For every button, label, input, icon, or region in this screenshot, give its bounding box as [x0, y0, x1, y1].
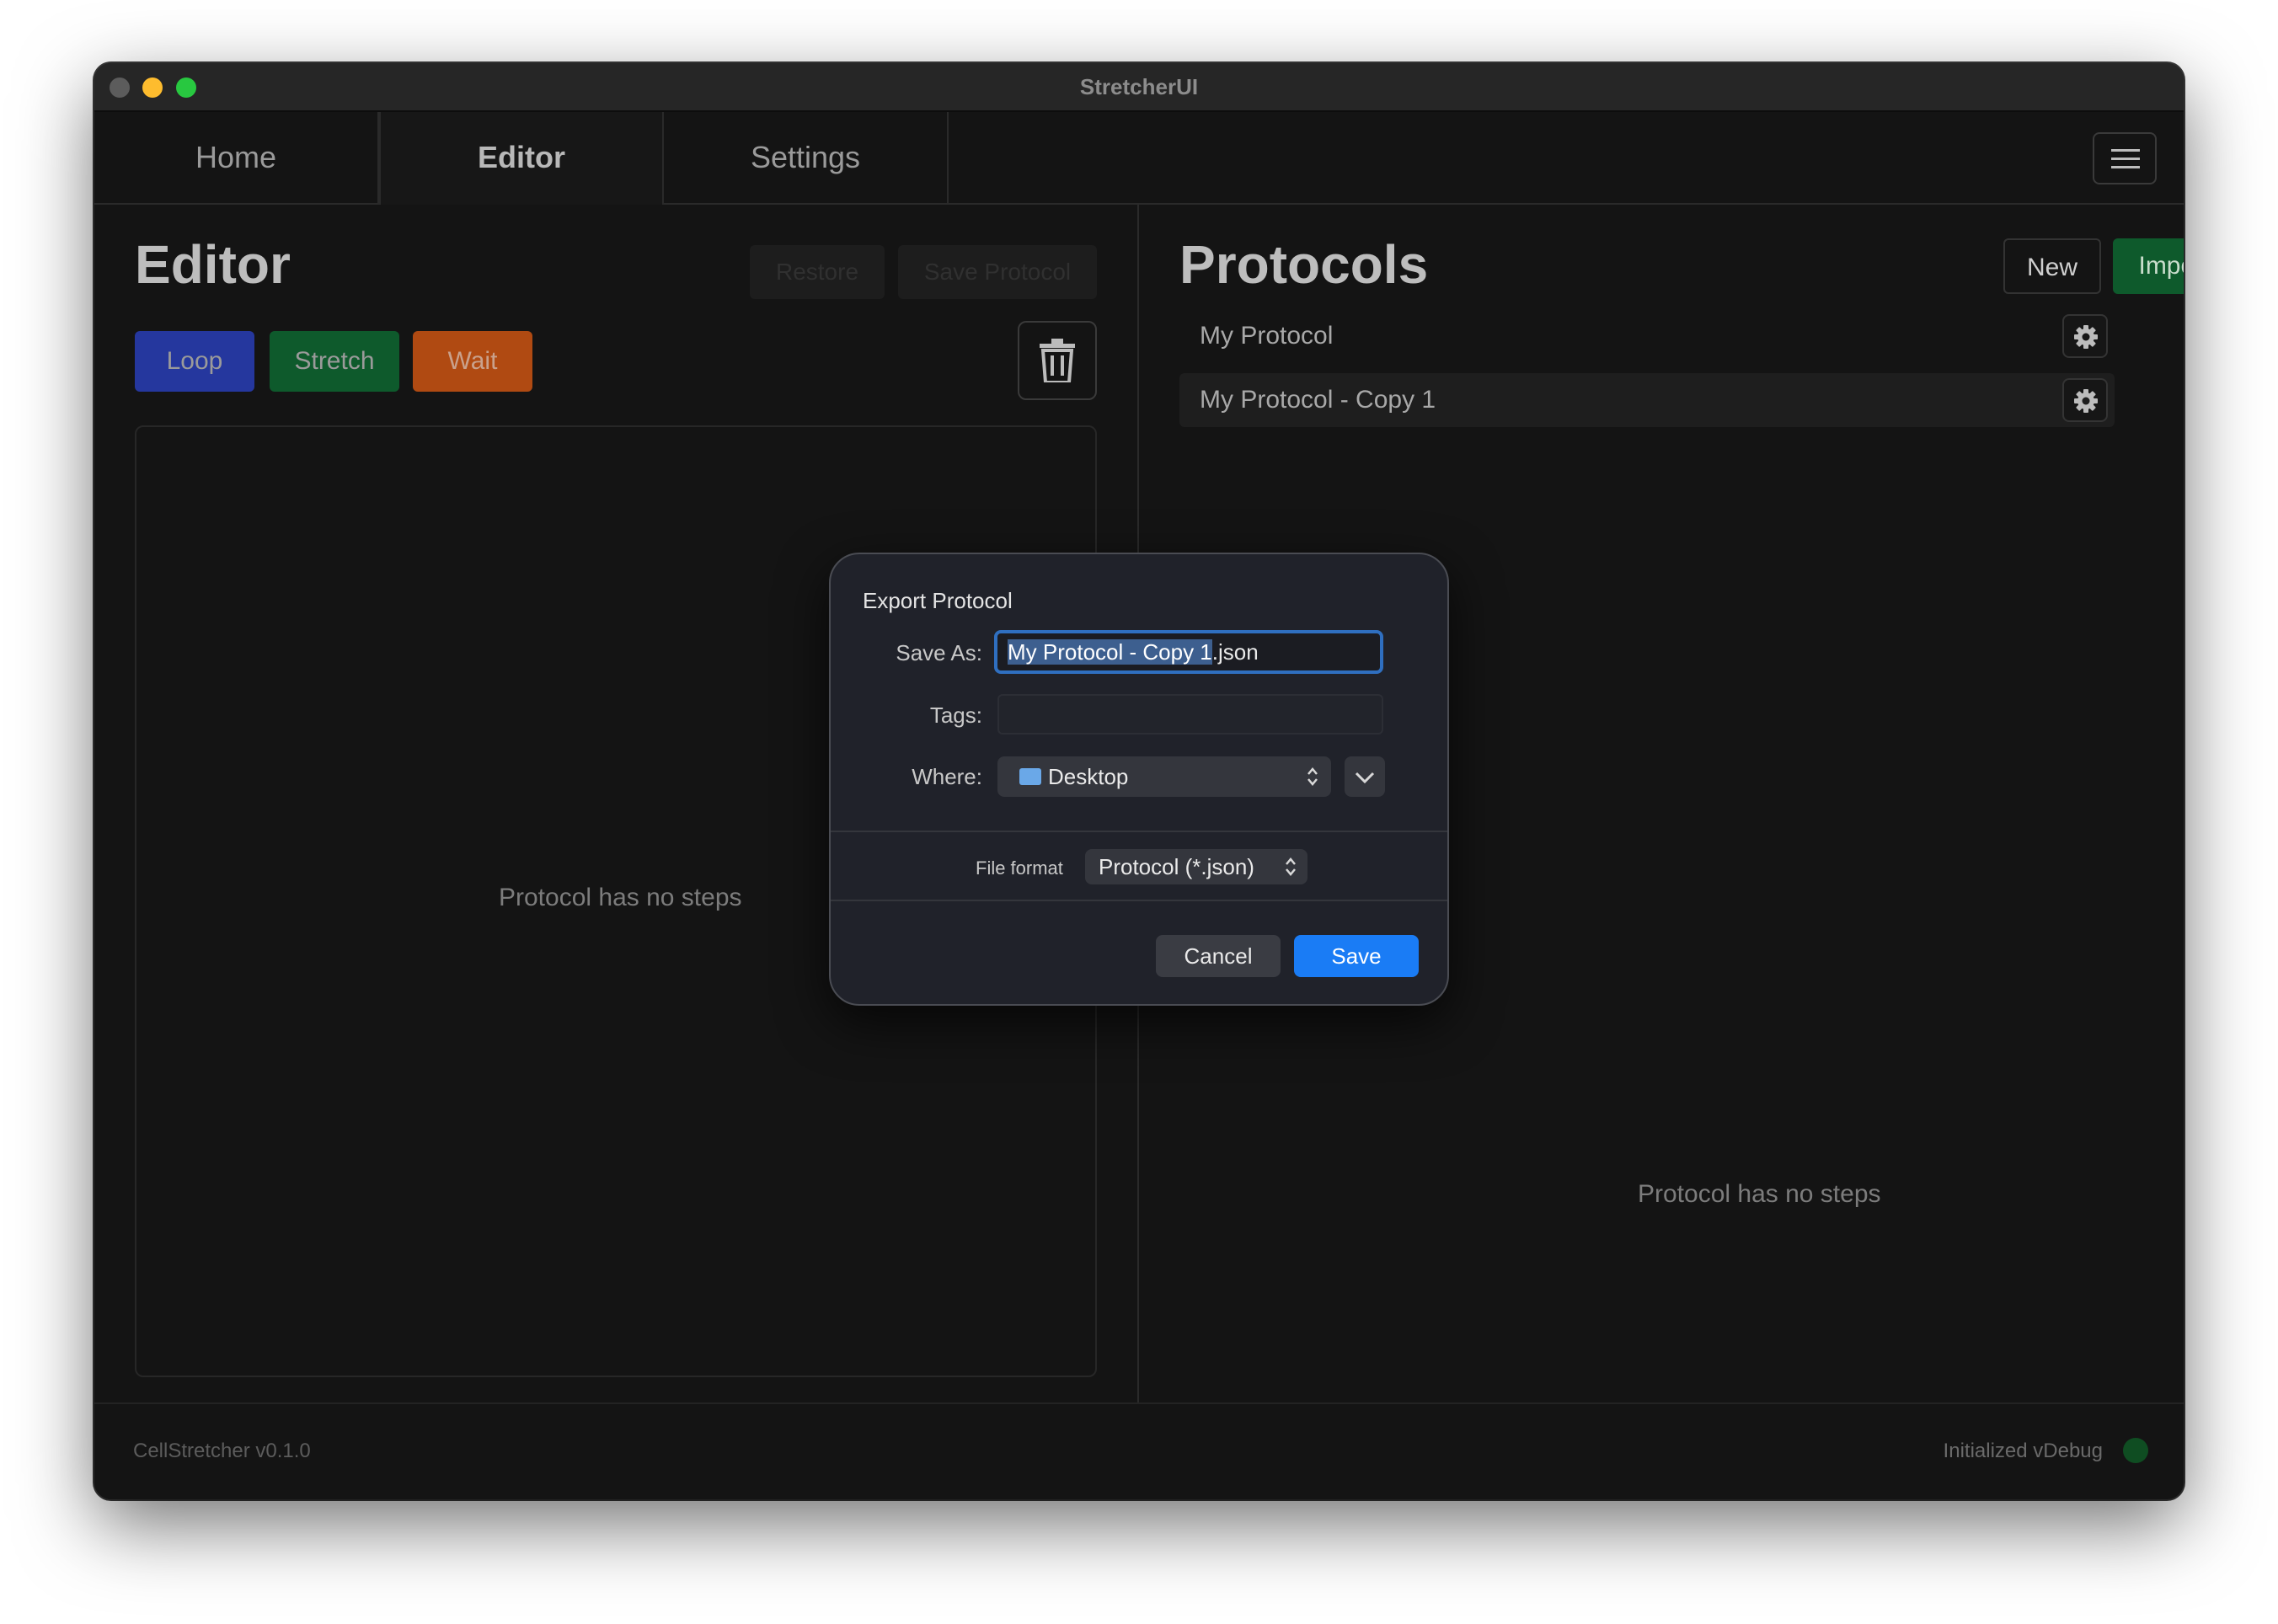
cancel-button[interactable]: Cancel — [1156, 935, 1281, 977]
protocol-settings-button[interactable] — [2062, 378, 2108, 422]
protocol-name: My Protocol - Copy 1 — [1200, 386, 1436, 414]
empty-steps-text: Protocol has no steps — [499, 884, 742, 911]
save-protocol-button[interactable]: Save Protocol — [898, 245, 1097, 299]
menu-icon-line — [2111, 166, 2140, 168]
menu-icon — [2111, 149, 2140, 152]
export-dialog: Export Protocol Save As: My Protocol - C… — [829, 553, 1449, 1006]
status-footer: CellStretcher v0.1.0 Initialized vDebug — [94, 1402, 2184, 1499]
expand-browser-button[interactable] — [1345, 756, 1385, 797]
window-title: StretcherUI — [1079, 74, 1199, 99]
filename-selection: My Protocol - Copy 1 — [1008, 639, 1212, 665]
divider — [831, 900, 1447, 901]
gear-icon — [2074, 389, 2098, 413]
where-label: Where: — [912, 764, 982, 789]
tags-input[interactable] — [997, 694, 1383, 735]
protocol-name: My Protocol — [1200, 322, 1334, 350]
tab-settings[interactable]: Settings — [664, 112, 949, 203]
tab-home[interactable]: Home — [94, 112, 379, 203]
file-format-label: File format — [976, 857, 1063, 879]
dialog-title: Export Protocol — [863, 588, 1013, 613]
chevron-down-icon — [1355, 772, 1375, 783]
title-bar: StretcherUI — [94, 63, 2184, 112]
protocols-heading: Protocols — [1179, 234, 1429, 295]
import-button[interactable]: Import — [2113, 238, 2184, 294]
where-value: Desktop — [1048, 764, 1129, 789]
editor-heading: Editor — [135, 234, 291, 295]
filename-extension: .json — [1211, 639, 1259, 665]
save-button[interactable]: Save — [1294, 935, 1419, 977]
save-as-input[interactable]: My Protocol - Copy 1.json — [994, 630, 1383, 674]
version-label: CellStretcher v0.1.0 — [133, 1440, 311, 1462]
restore-button[interactable]: Restore — [750, 245, 885, 299]
new-protocol-button[interactable]: New — [2003, 238, 2101, 294]
file-format-select[interactable]: Protocol (*.json) — [1085, 849, 1307, 884]
stretch-button[interactable]: Stretch — [270, 331, 399, 392]
empty-steps-text: Protocol has no steps — [1638, 1180, 1881, 1208]
menu-icon-line — [2111, 158, 2140, 160]
tab-bar: Home Editor Settings — [94, 112, 2184, 205]
protocol-list-item[interactable]: My Protocol — [1179, 309, 2115, 363]
wait-button[interactable]: Wait — [413, 331, 532, 392]
updown-chevron-icon — [1286, 857, 1296, 876]
loop-button[interactable]: Loop — [135, 331, 254, 392]
tab-editor[interactable]: Editor — [379, 112, 664, 205]
delete-button[interactable] — [1018, 321, 1097, 400]
divider — [831, 831, 1447, 832]
file-format-value: Protocol (*.json) — [1099, 854, 1254, 879]
tags-label: Tags: — [929, 702, 982, 728]
gear-icon — [2074, 325, 2098, 349]
protocol-list-item-selected[interactable]: My Protocol - Copy 1 — [1179, 373, 2115, 427]
updown-chevron-icon — [1307, 767, 1318, 786]
status-indicator — [2123, 1438, 2148, 1463]
status-text: Initialized vDebug — [1943, 1440, 2103, 1462]
folder-icon — [1019, 768, 1041, 785]
protocol-settings-button[interactable] — [2062, 314, 2108, 358]
save-as-label: Save As: — [896, 640, 982, 665]
where-select[interactable]: Desktop — [997, 756, 1331, 797]
hamburger-menu-button[interactable] — [2093, 132, 2157, 184]
trash-icon — [1040, 339, 1075, 382]
